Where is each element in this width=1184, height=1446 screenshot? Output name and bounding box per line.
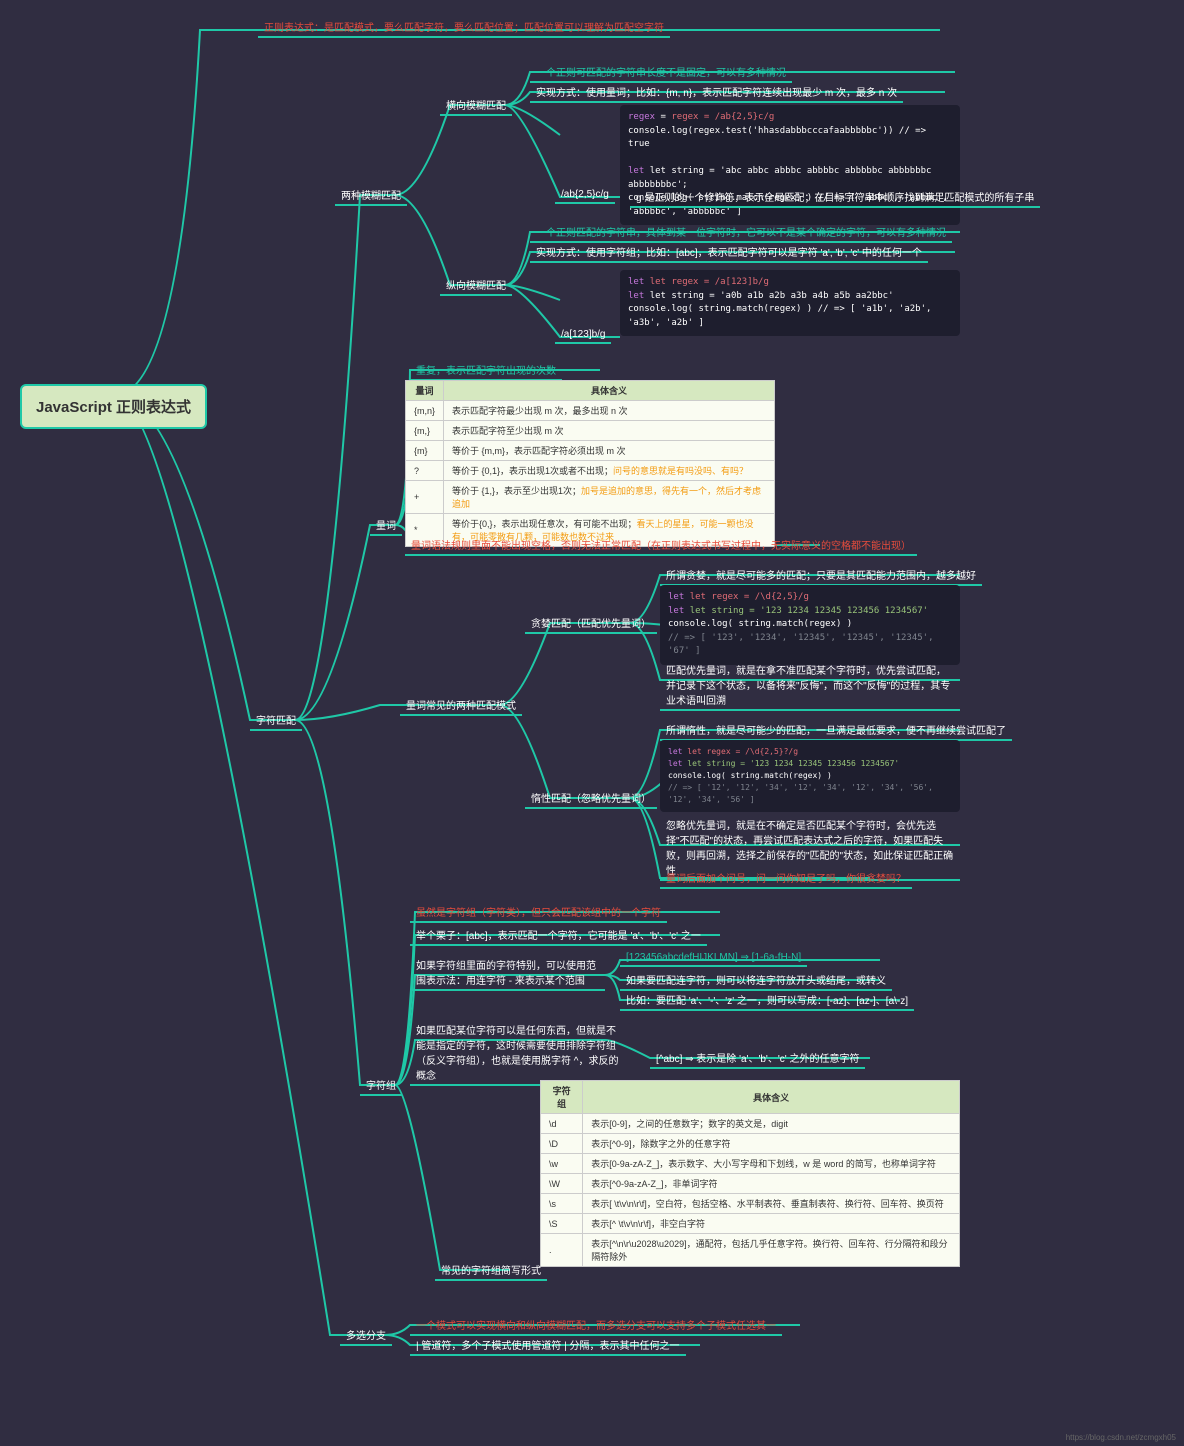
watermark: https://blog.csdn.net/zcmgxh05 [1066, 1433, 1176, 1442]
quant-table: 量词具体含义 {m,n}表示匹配字符最少出现 m 次，最多出现 n 次 {m,}… [405, 380, 775, 547]
g-note2: 匹配优先量词，就是在拿不准匹配某个字符时，优先尝试匹配，并记录下这个状态，以备将… [660, 660, 960, 711]
top-note: 正则表达式：是匹配模式，要么匹配字符，要么匹配位置；匹配位置可以理解为匹配空字符 [258, 17, 670, 38]
code-block-2: let let regex = /a[123]b/g let let strin… [620, 270, 960, 336]
node-two-modes: 量词常见的两种匹配模式 [400, 695, 522, 716]
l-note3: 量词后面加个问号，问一问你知足了吗，你很贪婪吗？ [660, 868, 912, 889]
root-node: JavaScript 正则表达式 [20, 384, 207, 429]
node-two-fuzzy: 两种模糊匹配 [335, 185, 407, 206]
code-block-3: let let regex = /\d{2,5}/g let let strin… [660, 585, 960, 665]
h-code-note: g 是正则的一个修饰符，表示全局匹配；在目标字符串中顺序找到满足匹配模式的所有子… [630, 187, 1040, 208]
chgrp-note1: 虽然是字符组（字符类），但只会匹配该组中的一个字符 [410, 902, 667, 923]
l-note1: 所谓惰性，就是尽可能少的匹配，一旦满足最低要求，便不再继续尝试匹配了 [660, 720, 1012, 741]
h-note1: 一个正则可匹配的字符串长度不是固定，可以有多种情况 [530, 62, 792, 83]
chgrp-note2: 举个栗子：[abc]，表示匹配一个字符，它可能是 'a'、'b'、'c' 之一 [410, 925, 707, 946]
node-vertical: 纵向模糊匹配 [440, 275, 512, 296]
node-quantifier: 量词 [370, 515, 402, 536]
node-horizontal: 横向模糊匹配 [440, 95, 512, 116]
chgrp-neg: 如果匹配某位字符可以是任何东西，但就是不能是指定的字符，这时候需要使用排除字符组… [410, 1020, 630, 1086]
quant-note1: 重复，表示匹配字符出现的次数 [410, 360, 562, 381]
v-note2: 实现方式：使用字符组；比如：[abc]，表示匹配字符可以是字符 'a', 'b'… [530, 242, 928, 263]
chgrp-neg-ex: [^abc] ⇒ 表示是除 'a'、'b'、'c' 之外的任意字符 [650, 1048, 865, 1069]
v-code: /a[123]b/g [555, 327, 611, 344]
chgrp-range-note2: 如果要匹配连字符，则可以将连字符放开头或结尾，或转义 [620, 970, 892, 991]
v-note1: 一个正则匹配的字符串，具体到某一位字符时，它可以不是某个确定的字符，可以有多种情… [530, 222, 952, 243]
chgrp-range-ex: [123456abcdefHIJKLMN] ⇒ [1-6a-fH-N] [620, 950, 807, 967]
code-block-4: let let regex = /\d{2,5}?/g let let stri… [660, 740, 960, 812]
node-lazy: 惰性匹配（忽略优先量词） [525, 788, 657, 809]
chgrp-range: 如果字符组里面的字符特别，可以使用范围表示法：用连字符 - 来表示某个范围 [410, 955, 605, 991]
node-greedy: 贪婪匹配（匹配优先量词） [525, 613, 657, 634]
node-multi-branch: 多选分支 [340, 1325, 392, 1346]
branch-note2: | 管道符，多个子模式使用管道符 | 分隔，表示其中任何之一 [410, 1335, 686, 1356]
node-char-match: 字符匹配 [250, 710, 302, 731]
node-shorthand: 常见的字符组简写形式 [435, 1260, 547, 1281]
quant-note2: 量词语法规则里面不能出现空格，否则无法正常匹配（在正则表达式书写过程中，无实际意… [405, 535, 917, 556]
branch-note1: 一个模式可以实现横向和纵向模糊匹配，而多选分支可以支持多个子模式任选其一 [410, 1315, 782, 1336]
node-char-group: 字符组 [360, 1075, 402, 1096]
g-note1: 所谓贪婪，就是尽可能多的匹配；只要是其匹配能力范围内，越多越好 [660, 565, 982, 586]
h-note2: 实现方式：使用量词；比如：{m, n}，表示匹配字符连续出现最少 m 次，最多 … [530, 82, 903, 103]
shorthand-table: 字符组具体含义 \d表示[0-9]，之间的任意数字；数字的英文是，digit \… [540, 1080, 960, 1267]
h-code: /ab{2,5}c/g [555, 187, 615, 204]
chgrp-range-note3: 比如：要匹配 'a'、'-'、'z' 之一，则可以写成：[-az]、[az-]、… [620, 990, 914, 1011]
